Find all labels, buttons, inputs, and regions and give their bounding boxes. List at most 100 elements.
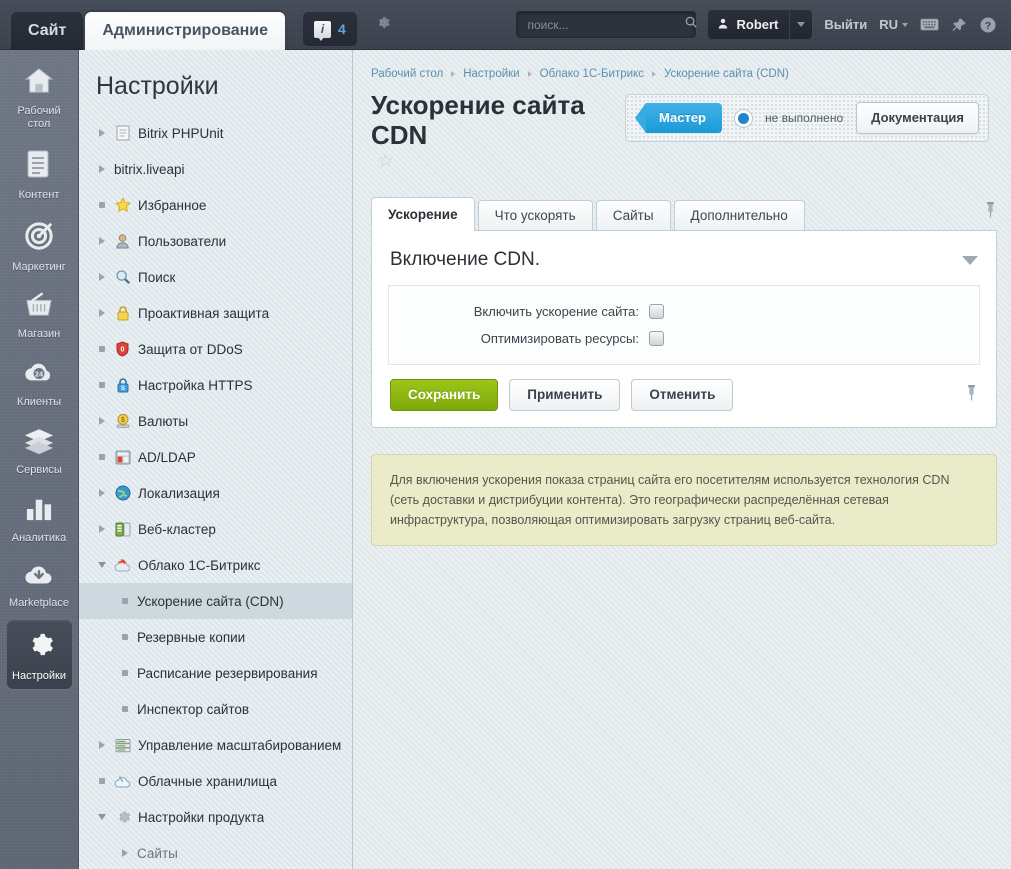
- user-menu-body[interactable]: Robert: [708, 10, 791, 39]
- expand-arrow-icon[interactable]: [96, 417, 107, 425]
- tree-item-proactive-protection[interactable]: Проактивная защита: [79, 295, 352, 331]
- rail-item-content[interactable]: Контент: [7, 140, 72, 209]
- collapse-arrow-icon[interactable]: [96, 814, 107, 820]
- apply-button[interactable]: Применить: [509, 379, 621, 411]
- expand-arrow-icon[interactable]: [96, 489, 107, 497]
- tab-acceleration[interactable]: Ускорение: [371, 197, 475, 231]
- tree-item-product-settings[interactable]: Настройки продукта: [79, 799, 352, 835]
- rail-item-shop[interactable]: Магазин: [7, 283, 72, 348]
- tree-item-bitrix-liveapi[interactable]: bitrix.liveapi: [79, 151, 352, 187]
- tree-item-ad-ldap[interactable]: AD/LDAP: [79, 439, 352, 475]
- lock-icon: [114, 305, 131, 321]
- top-bar: Сайт Администрирование i 4 поиск... Robe…: [0, 0, 1011, 50]
- tab-additional[interactable]: Дополнительно: [673, 200, 805, 230]
- rail-item-clients[interactable]: 24 Клиенты: [7, 351, 72, 416]
- rail-label: Магазин: [17, 328, 61, 340]
- tree-item-search[interactable]: Поиск: [79, 259, 352, 295]
- tree-item-label: AD/LDAP: [138, 449, 196, 465]
- settings-field-box: Включить ускорение сайта: Оптимизировать…: [388, 285, 980, 365]
- tree-item-sites[interactable]: Сайты: [79, 835, 352, 869]
- pin-icon[interactable]: [951, 17, 967, 33]
- expand-arrow-icon[interactable]: [96, 525, 107, 533]
- rail-item-marketplace[interactable]: Marketplace: [7, 554, 72, 617]
- tree-item-https-settings[interactable]: S Настройка HTTPS: [79, 367, 352, 403]
- help-icon[interactable]: ?: [979, 16, 997, 34]
- rail-label: Аналитика: [11, 531, 67, 544]
- expand-arrow-icon[interactable]: [96, 741, 107, 749]
- tree-item-ddos-protection[interactable]: 0 Защита от DDoS: [79, 331, 352, 367]
- user-menu-chevron-down-icon[interactable]: [790, 10, 812, 39]
- logout-link[interactable]: Выйти: [824, 17, 867, 32]
- expand-arrow-icon[interactable]: [96, 309, 107, 317]
- tree-item-web-cluster[interactable]: Веб-кластер: [79, 511, 352, 547]
- globe-icon: [114, 485, 131, 501]
- info-icon: i: [314, 20, 332, 41]
- pin-form-icon[interactable]: [965, 384, 978, 407]
- tree-item-localization[interactable]: Локализация: [79, 475, 352, 511]
- expand-arrow-icon[interactable]: [96, 129, 107, 137]
- breadcrumb-item-settings[interactable]: Настройки: [463, 68, 519, 80]
- language-selector[interactable]: RU: [879, 17, 908, 32]
- top-tab-site[interactable]: Сайт: [11, 12, 84, 50]
- breadcrumb-item-desktop[interactable]: Рабочий стол: [371, 68, 443, 80]
- content-tabs: Ускорение Что ускорять Сайты Дополнитель…: [371, 197, 997, 231]
- rack-icon: [114, 738, 131, 753]
- cloud-icon: [114, 558, 131, 573]
- rail-label: Настройки: [12, 669, 66, 682]
- svg-text:$: $: [121, 417, 125, 424]
- expand-arrow-icon[interactable]: [96, 165, 107, 173]
- search-input[interactable]: [525, 16, 685, 33]
- search-icon[interactable]: [684, 15, 698, 34]
- tree-item-label: Облачные хранилища: [138, 773, 277, 789]
- tree-item-backup-schedule[interactable]: Расписание резервирования: [79, 655, 352, 691]
- settings-tree-panel: Настройки Bitrix PHPUnit bitrix.liveapi …: [79, 50, 353, 869]
- page-icon: [114, 125, 131, 141]
- user-menu[interactable]: Robert: [708, 10, 813, 39]
- tree-item-label: Веб-кластер: [138, 521, 216, 537]
- tree-item-bitrix-phpunit[interactable]: Bitrix PHPUnit: [79, 115, 352, 151]
- tab-what-to-accelerate[interactable]: Что ускорять: [477, 200, 593, 230]
- cancel-button[interactable]: Отменить: [631, 379, 734, 411]
- rail-label: Маркетинг: [12, 260, 66, 273]
- expand-arrow-icon[interactable]: [119, 849, 130, 857]
- enable-acceleration-checkbox[interactable]: [649, 304, 664, 319]
- documentation-button[interactable]: Документация: [856, 102, 979, 134]
- rail-item-analytics[interactable]: Аналитика: [7, 487, 72, 552]
- favorite-star-icon[interactable]: ☆: [377, 150, 394, 173]
- rail-item-settings[interactable]: Настройки: [6, 619, 72, 689]
- notifications-badge[interactable]: i 4: [303, 12, 357, 46]
- wizard-button[interactable]: Мастер: [635, 103, 722, 133]
- directory-icon: [114, 450, 131, 465]
- tree-item-scaling-management[interactable]: Управление масштабированием: [79, 727, 352, 763]
- tree-item-label: Настройка HTTPS: [138, 377, 253, 393]
- tree-item-favorites[interactable]: Избранное: [79, 187, 352, 223]
- search-box[interactable]: [516, 11, 698, 38]
- save-button[interactable]: Сохранить: [390, 379, 499, 411]
- collapse-arrow-icon[interactable]: [96, 562, 107, 568]
- top-tab-administration[interactable]: Администрирование: [85, 12, 286, 50]
- tree-item-backups[interactable]: Резервные копии: [79, 619, 352, 655]
- expand-arrow-icon[interactable]: [96, 273, 107, 281]
- language-label: RU: [879, 17, 898, 32]
- server-icon: [114, 522, 131, 537]
- breadcrumb-item-cloud[interactable]: Облако 1С-Битрикс: [540, 68, 644, 80]
- tree-item-users[interactable]: Пользователи: [79, 223, 352, 259]
- section-collapse-icon[interactable]: [962, 255, 978, 265]
- tree-item-label: Расписание резервирования: [137, 665, 318, 681]
- rail-item-desktop[interactable]: Рабочий стол: [7, 58, 72, 137]
- expand-arrow-icon[interactable]: [96, 237, 107, 245]
- tree-item-currencies[interactable]: $ Валюты: [79, 403, 352, 439]
- tree-item-cloud-storage[interactable]: Облачные хранилища: [79, 763, 352, 799]
- tree-item-cloud-bitrix[interactable]: Облако 1С-Битрикс: [79, 547, 352, 583]
- keyboard-icon[interactable]: [920, 17, 939, 32]
- pin-tabs-icon[interactable]: [984, 201, 997, 230]
- settings-gear-icon[interactable]: [374, 14, 391, 36]
- rail-item-services[interactable]: Сервисы: [7, 418, 72, 484]
- tree-item-site-inspector[interactable]: Инспектор сайтов: [79, 691, 352, 727]
- rail-item-marketing[interactable]: Маркетинг: [7, 212, 72, 281]
- tree-item-cdn-acceleration[interactable]: Ускорение сайта (CDN): [79, 583, 352, 619]
- breadcrumb-item-current: Ускорение сайта (CDN): [663, 68, 789, 80]
- optimize-resources-checkbox[interactable]: [649, 331, 664, 346]
- tab-sites[interactable]: Сайты: [595, 200, 671, 230]
- support24-icon: 24: [24, 360, 54, 391]
